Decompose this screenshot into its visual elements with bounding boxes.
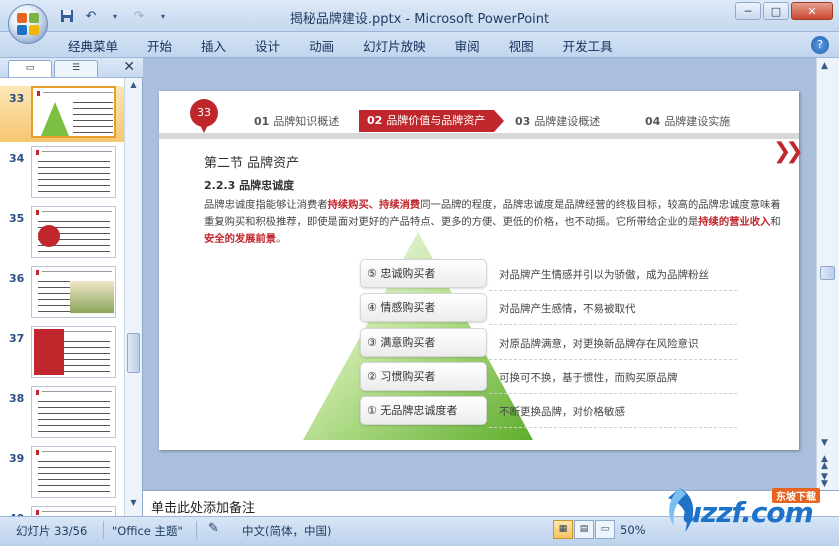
minimize-button[interactable]: ─ xyxy=(735,2,761,20)
slide-thumbnail[interactable] xyxy=(31,86,116,138)
outline-tab[interactable]: ☰ xyxy=(54,60,98,77)
window-title: 揭秘品牌建设.pptx - Microsoft PowerPoint xyxy=(289,12,550,27)
office-button[interactable] xyxy=(8,4,48,44)
slide-thumbnail-row[interactable]: 36 xyxy=(0,266,124,322)
slide-nav-bar: 01 品牌知识概述 02 品牌价值与品牌资产 03 品牌建设概述 04 品牌建设实施 xyxy=(159,91,799,139)
slide-thumbnail-number: 33 xyxy=(9,92,25,105)
double-chevron-icon: ❯❯ xyxy=(773,139,804,164)
slide-thumbnail[interactable] xyxy=(31,266,116,318)
pyramid-level-label: ② 习惯购买者 xyxy=(360,362,487,391)
current-slide[interactable]: 01 品牌知识概述 02 品牌价值与品牌资产 03 品牌建设概述 04 品牌建设实施 3… xyxy=(159,91,804,450)
nav-underline xyxy=(159,133,799,139)
nav-item-2-active: 02 品牌价值与品牌资产 xyxy=(359,110,504,132)
pyramid-level-label: ③ 满意购买者 xyxy=(360,328,487,357)
scrollbar-thumb[interactable] xyxy=(820,266,835,280)
pyramid-level-description: 不断更换品牌，对价格敏感 xyxy=(499,406,625,418)
slide-thumbnail-row[interactable]: 34 xyxy=(0,146,124,202)
pyramid-level-description: 对原品牌满意，对更换新品牌存在风险意识 xyxy=(499,338,699,350)
language-indicator[interactable]: 中文(简体，中国) xyxy=(242,523,331,539)
scrollbar-thumb[interactable] xyxy=(127,333,140,373)
section-title: 第二节 品牌资产 xyxy=(204,156,300,171)
slide-thumbnail-number: 34 xyxy=(9,152,25,165)
slide-sorter-button[interactable]: ▤ xyxy=(574,520,594,539)
spellcheck-icon[interactable]: ✎ xyxy=(208,521,219,536)
scroll-up-icon[interactable]: ▲ xyxy=(821,61,828,71)
dashed-divider xyxy=(489,393,737,394)
slide-thumbnail[interactable] xyxy=(31,326,116,378)
scroll-down-icon[interactable]: ▼ xyxy=(125,498,142,513)
tab-developer[interactable]: 开发工具 xyxy=(563,36,613,55)
close-pane-icon[interactable]: ✕ xyxy=(123,59,135,75)
title-bar: ↶ ▾ ↷ ▾ 揭秘品牌建设.pptx - Microsoft PowerPoi… xyxy=(0,0,839,32)
subsection-title: 2.2.3 品牌忠诚度 xyxy=(204,179,295,192)
maximize-button[interactable]: □ xyxy=(763,2,789,20)
slide-thumbnail[interactable] xyxy=(31,506,116,516)
tab-design[interactable]: 设计 xyxy=(255,36,280,55)
slide-thumbnail-row[interactable]: 38 xyxy=(0,386,124,442)
pyramid-level-label: ④ 情感购买者 xyxy=(360,293,487,322)
pyramid-level-description: 对品牌产生感情，不易被取代 xyxy=(499,303,636,315)
tab-review[interactable]: 审阅 xyxy=(455,36,480,55)
scroll-up-icon[interactable]: ▲ xyxy=(125,80,142,95)
scroll-down-icon[interactable]: ▼ xyxy=(821,438,828,448)
dashed-divider xyxy=(489,290,737,291)
dashed-divider xyxy=(489,324,737,325)
office-logo-icon xyxy=(17,13,39,35)
zoom-level[interactable]: 50% xyxy=(620,523,646,537)
pyramid-level-description: 可换可不换，基于惯性，而购买原品牌 xyxy=(499,372,678,384)
notes-placeholder: 单击此处添加备注 xyxy=(151,501,256,516)
help-icon[interactable]: ? xyxy=(811,36,829,54)
slide-thumbnail-number: 39 xyxy=(9,452,25,465)
ribbon: 经典菜单 开始 插入 设计 动画 幻灯片放映 审阅 视图 开发工具 ? xyxy=(0,32,839,58)
close-button[interactable]: ✕ xyxy=(791,2,833,20)
dashed-divider xyxy=(489,359,737,360)
thumbnail-list: 33 34 35 36 37 38 39 40 xyxy=(0,78,124,516)
thumbnail-scrollbar[interactable]: ▲ ▼ xyxy=(124,78,142,516)
tab-insert[interactable]: 插入 xyxy=(201,36,226,55)
slide-thumbnail[interactable] xyxy=(31,206,116,258)
main-scrollbar[interactable]: ▲ ▼ ▲ ▲ ▼ ▼ xyxy=(816,58,839,490)
slide-thumbnail-row[interactable]: 35 xyxy=(0,206,124,262)
nav-item-1: 01 品牌知识概述 xyxy=(254,115,340,128)
pyramid-level-label: ⑤ 忠诚购买者 xyxy=(360,259,487,288)
tab-animations[interactable]: 动画 xyxy=(309,36,334,55)
slide-thumbnail-row[interactable]: 33 xyxy=(0,86,124,142)
tab-slideshow[interactable]: 幻灯片放映 xyxy=(363,36,426,55)
slide-thumbnail[interactable] xyxy=(31,146,116,198)
slide-thumbnail-number: 36 xyxy=(9,272,25,285)
theme-name[interactable]: "Office 主题" xyxy=(112,523,183,539)
slide-thumbnail-row[interactable]: 39 xyxy=(0,446,124,502)
tab-home[interactable]: 开始 xyxy=(147,36,172,55)
pyramid-level-label: ① 无品牌忠诚度者 xyxy=(360,396,487,425)
slide-thumbnail-row[interactable]: 40 xyxy=(0,506,124,516)
slide-thumbnail-number: 35 xyxy=(9,212,25,225)
slide-counter: 幻灯片 33/56 xyxy=(16,524,88,538)
slide-thumbnail[interactable] xyxy=(31,446,116,498)
slide-thumbnail-number: 38 xyxy=(9,392,25,405)
slide-number-badge: 33 xyxy=(190,99,218,137)
slide-thumbnail-row[interactable]: 37 xyxy=(0,326,124,382)
tab-view[interactable]: 视图 xyxy=(509,36,534,55)
slides-tab[interactable]: ▭ xyxy=(8,60,52,77)
tab-classic-menu[interactable]: 经典菜单 xyxy=(68,36,118,55)
slide-thumbnail-number: 37 xyxy=(9,332,25,345)
previous-slide-icon[interactable]: ▲ ▲ xyxy=(821,455,828,471)
pyramid-level-description: 对品牌产生情感并引以为骄傲，成为品牌粉丝 xyxy=(499,269,709,281)
nav-item-3: 03 品牌建设概述 xyxy=(515,115,601,128)
dashed-divider xyxy=(489,427,737,428)
slideshow-view-button[interactable]: ▭ xyxy=(595,520,615,539)
normal-view-button[interactable]: ▦ xyxy=(553,520,573,539)
slide-thumbnail[interactable] xyxy=(31,386,116,438)
uzzf-watermark-logo: uzzf.com 东坡下载 xyxy=(660,480,838,544)
slides-panel: ▭ ☰ ✕ 33 34 35 36 37 38 39 40 ▲ ▼ xyxy=(0,58,143,516)
nav-item-4: 04 品牌建设实施 xyxy=(645,115,731,128)
